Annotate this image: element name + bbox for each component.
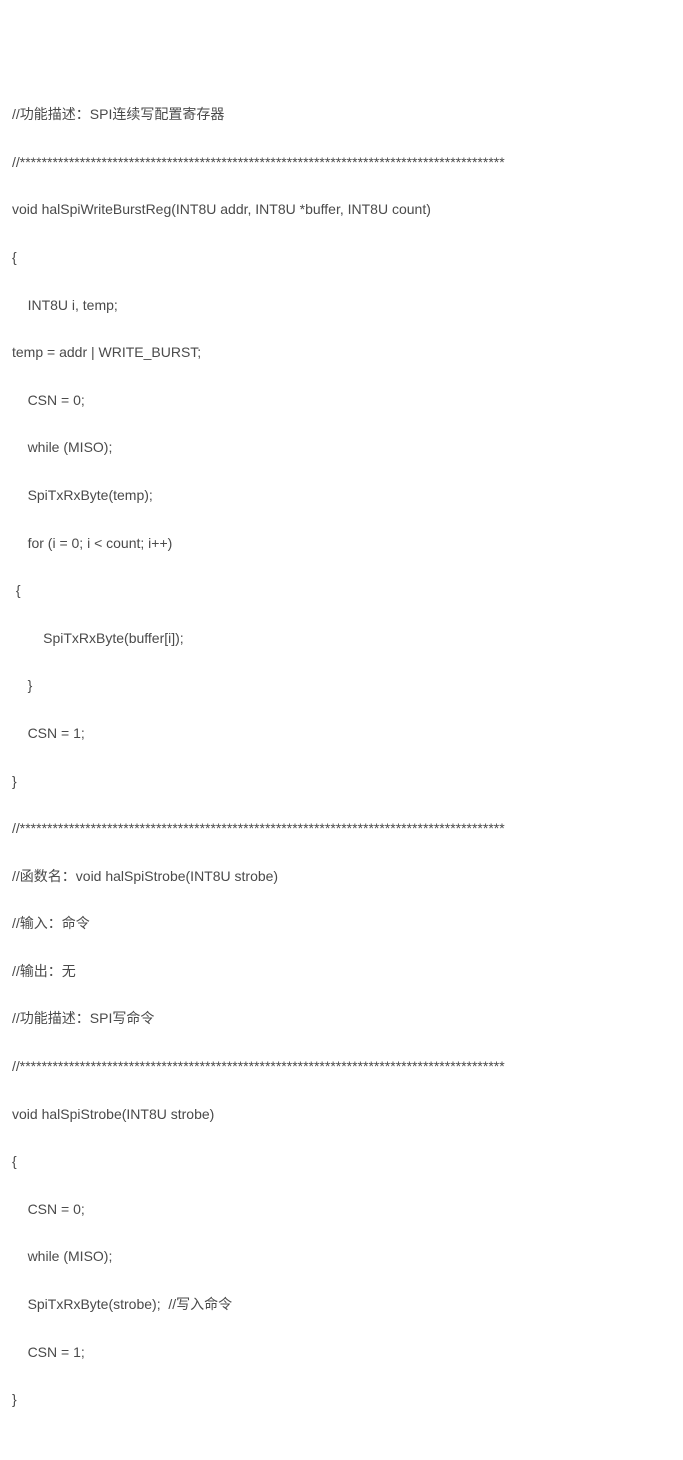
code-line: for (i = 0; i < count; i++) [12, 532, 671, 556]
code-line: } [12, 674, 671, 698]
code-line: } [12, 770, 671, 794]
code-line: CSN = 1; [12, 722, 671, 746]
code-line: { [12, 1150, 671, 1174]
code-line: SpiTxRxByte(temp); [12, 484, 671, 508]
code-line: temp = addr | WRITE_BURST; [12, 341, 671, 365]
code-line: while (MISO); [12, 436, 671, 460]
code-line: //输入：命令 [12, 912, 671, 936]
code-line: void halSpiStrobe(INT8U strobe) [12, 1103, 671, 1127]
code-line: { [12, 579, 671, 603]
code-line: //**************************************… [12, 1055, 671, 1079]
code-line: SpiTxRxByte(strobe); //写入命令 [12, 1293, 671, 1317]
code-line: INT8U i, temp; [12, 294, 671, 318]
code-line: SpiTxRxByte(buffer[i]); [12, 627, 671, 651]
code-line: CSN = 0; [12, 389, 671, 413]
code-line: //函数名：void halSpiStrobe(INT8U strobe) [12, 865, 671, 889]
code-line: CSN = 0; [12, 1198, 671, 1222]
code-line: void halSpiWriteBurstReg(INT8U addr, INT… [12, 198, 671, 222]
code-line: //**************************************… [12, 817, 671, 841]
code-line: //功能描述：SPI写命令 [12, 1007, 671, 1031]
code-line: //**************************************… [12, 151, 671, 175]
code-line: } [12, 1388, 671, 1412]
code-line: while (MISO); [12, 1245, 671, 1269]
code-line: //输出：无 [12, 960, 671, 984]
code-line: CSN = 1; [12, 1341, 671, 1365]
code-line: //功能描述：SPI连续写配置寄存器 [12, 103, 671, 127]
code-line: { [12, 246, 671, 270]
